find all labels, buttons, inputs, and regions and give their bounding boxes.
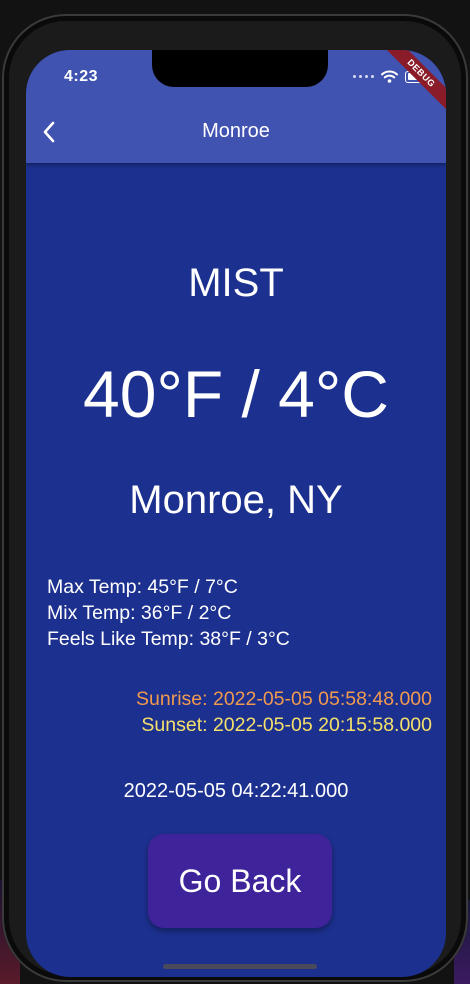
- updated-timestamp: 2022-05-05 04:22:41.000: [123, 780, 349, 802]
- go-back-button[interactable]: Go Back: [148, 834, 332, 928]
- sun-times: Sunrise: 2022-05-05 05:58:48.000 Sunset:…: [136, 686, 432, 738]
- location-name: Monroe, NY: [129, 478, 343, 522]
- home-indicator[interactable]: [163, 964, 317, 969]
- sunset-time: Sunset: 2022-05-05 20:15:58.000: [141, 714, 432, 736]
- sunrise-time: Sunrise: 2022-05-05 05:58:48.000: [136, 688, 432, 710]
- phone-frame: Monroe 4:23 DEBUG MIST 40°F / 4°C Monroe…: [2, 14, 468, 982]
- feels-like-temp: Feels Like Temp: 38°F / 3°C: [47, 628, 290, 650]
- weather-description: MIST: [188, 261, 284, 305]
- app-screen: Monroe 4:23 DEBUG MIST 40°F / 4°C Monroe…: [26, 50, 446, 977]
- temperature-details: Max Temp: 45°F / 7°C Mix Temp: 36°F / 2°…: [47, 574, 290, 652]
- max-temp: Max Temp: 45°F / 7°C: [47, 576, 238, 598]
- current-temperature: 40°F / 4°C: [83, 357, 389, 431]
- weather-content: MIST 40°F / 4°C Monroe, NY Max Temp: 45°…: [26, 50, 446, 977]
- min-temp: Mix Temp: 36°F / 2°C: [47, 602, 232, 624]
